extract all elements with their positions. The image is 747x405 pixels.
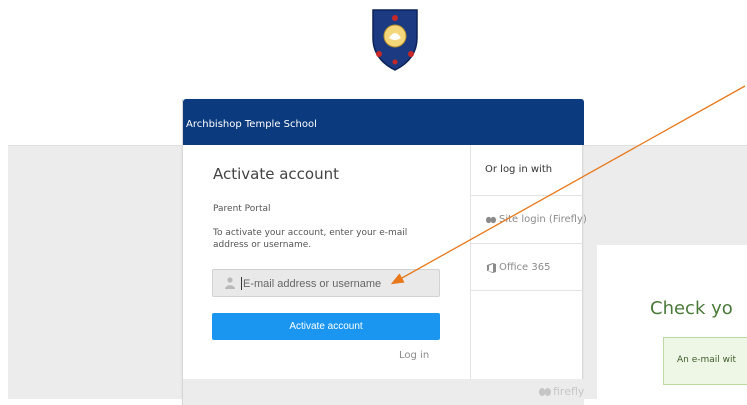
school-crest-icon [372, 9, 418, 71]
sso-firefly-button[interactable]: Site login (Firefly) [471, 195, 587, 243]
sso-column: Or log in with Site login (Firefly) Offi… [470, 145, 587, 379]
email-field[interactable] [243, 274, 435, 294]
sso-office365-button[interactable]: Office 365 [471, 243, 584, 291]
office-365-icon [487, 263, 496, 273]
text-cursor [241, 277, 242, 290]
instructions-text: To activate your account, enter your e-m… [213, 228, 408, 250]
firefly-brand-text: firefly [553, 385, 585, 398]
activate-form: Activate account Parent Portal To activa… [183, 145, 470, 379]
card-footer: firefly [183, 379, 584, 405]
school-name-header: Archbishop Temple School [183, 99, 584, 145]
user-icon [225, 277, 235, 289]
sso-firefly-label: Site login (Firefly) [499, 214, 587, 225]
portal-label: Parent Portal [213, 204, 271, 214]
firefly-icon [486, 216, 496, 224]
sso-office365-label: Office 365 [499, 262, 551, 273]
email-field-wrapper[interactable] [212, 269, 440, 297]
form-title: Activate account [213, 165, 339, 183]
log-in-link[interactable]: Log in [399, 350, 429, 361]
sso-heading: Or log in with [485, 164, 553, 175]
confirmation-notice: An e-mail wit [663, 337, 747, 385]
confirmation-title: Check yo [650, 298, 733, 319]
firefly-logo-icon [539, 388, 551, 396]
activate-account-card: Archbishop Temple School Activate accoun… [182, 99, 587, 405]
activate-account-button[interactable]: Activate account [212, 313, 440, 340]
firefly-logo: firefly [538, 385, 584, 399]
